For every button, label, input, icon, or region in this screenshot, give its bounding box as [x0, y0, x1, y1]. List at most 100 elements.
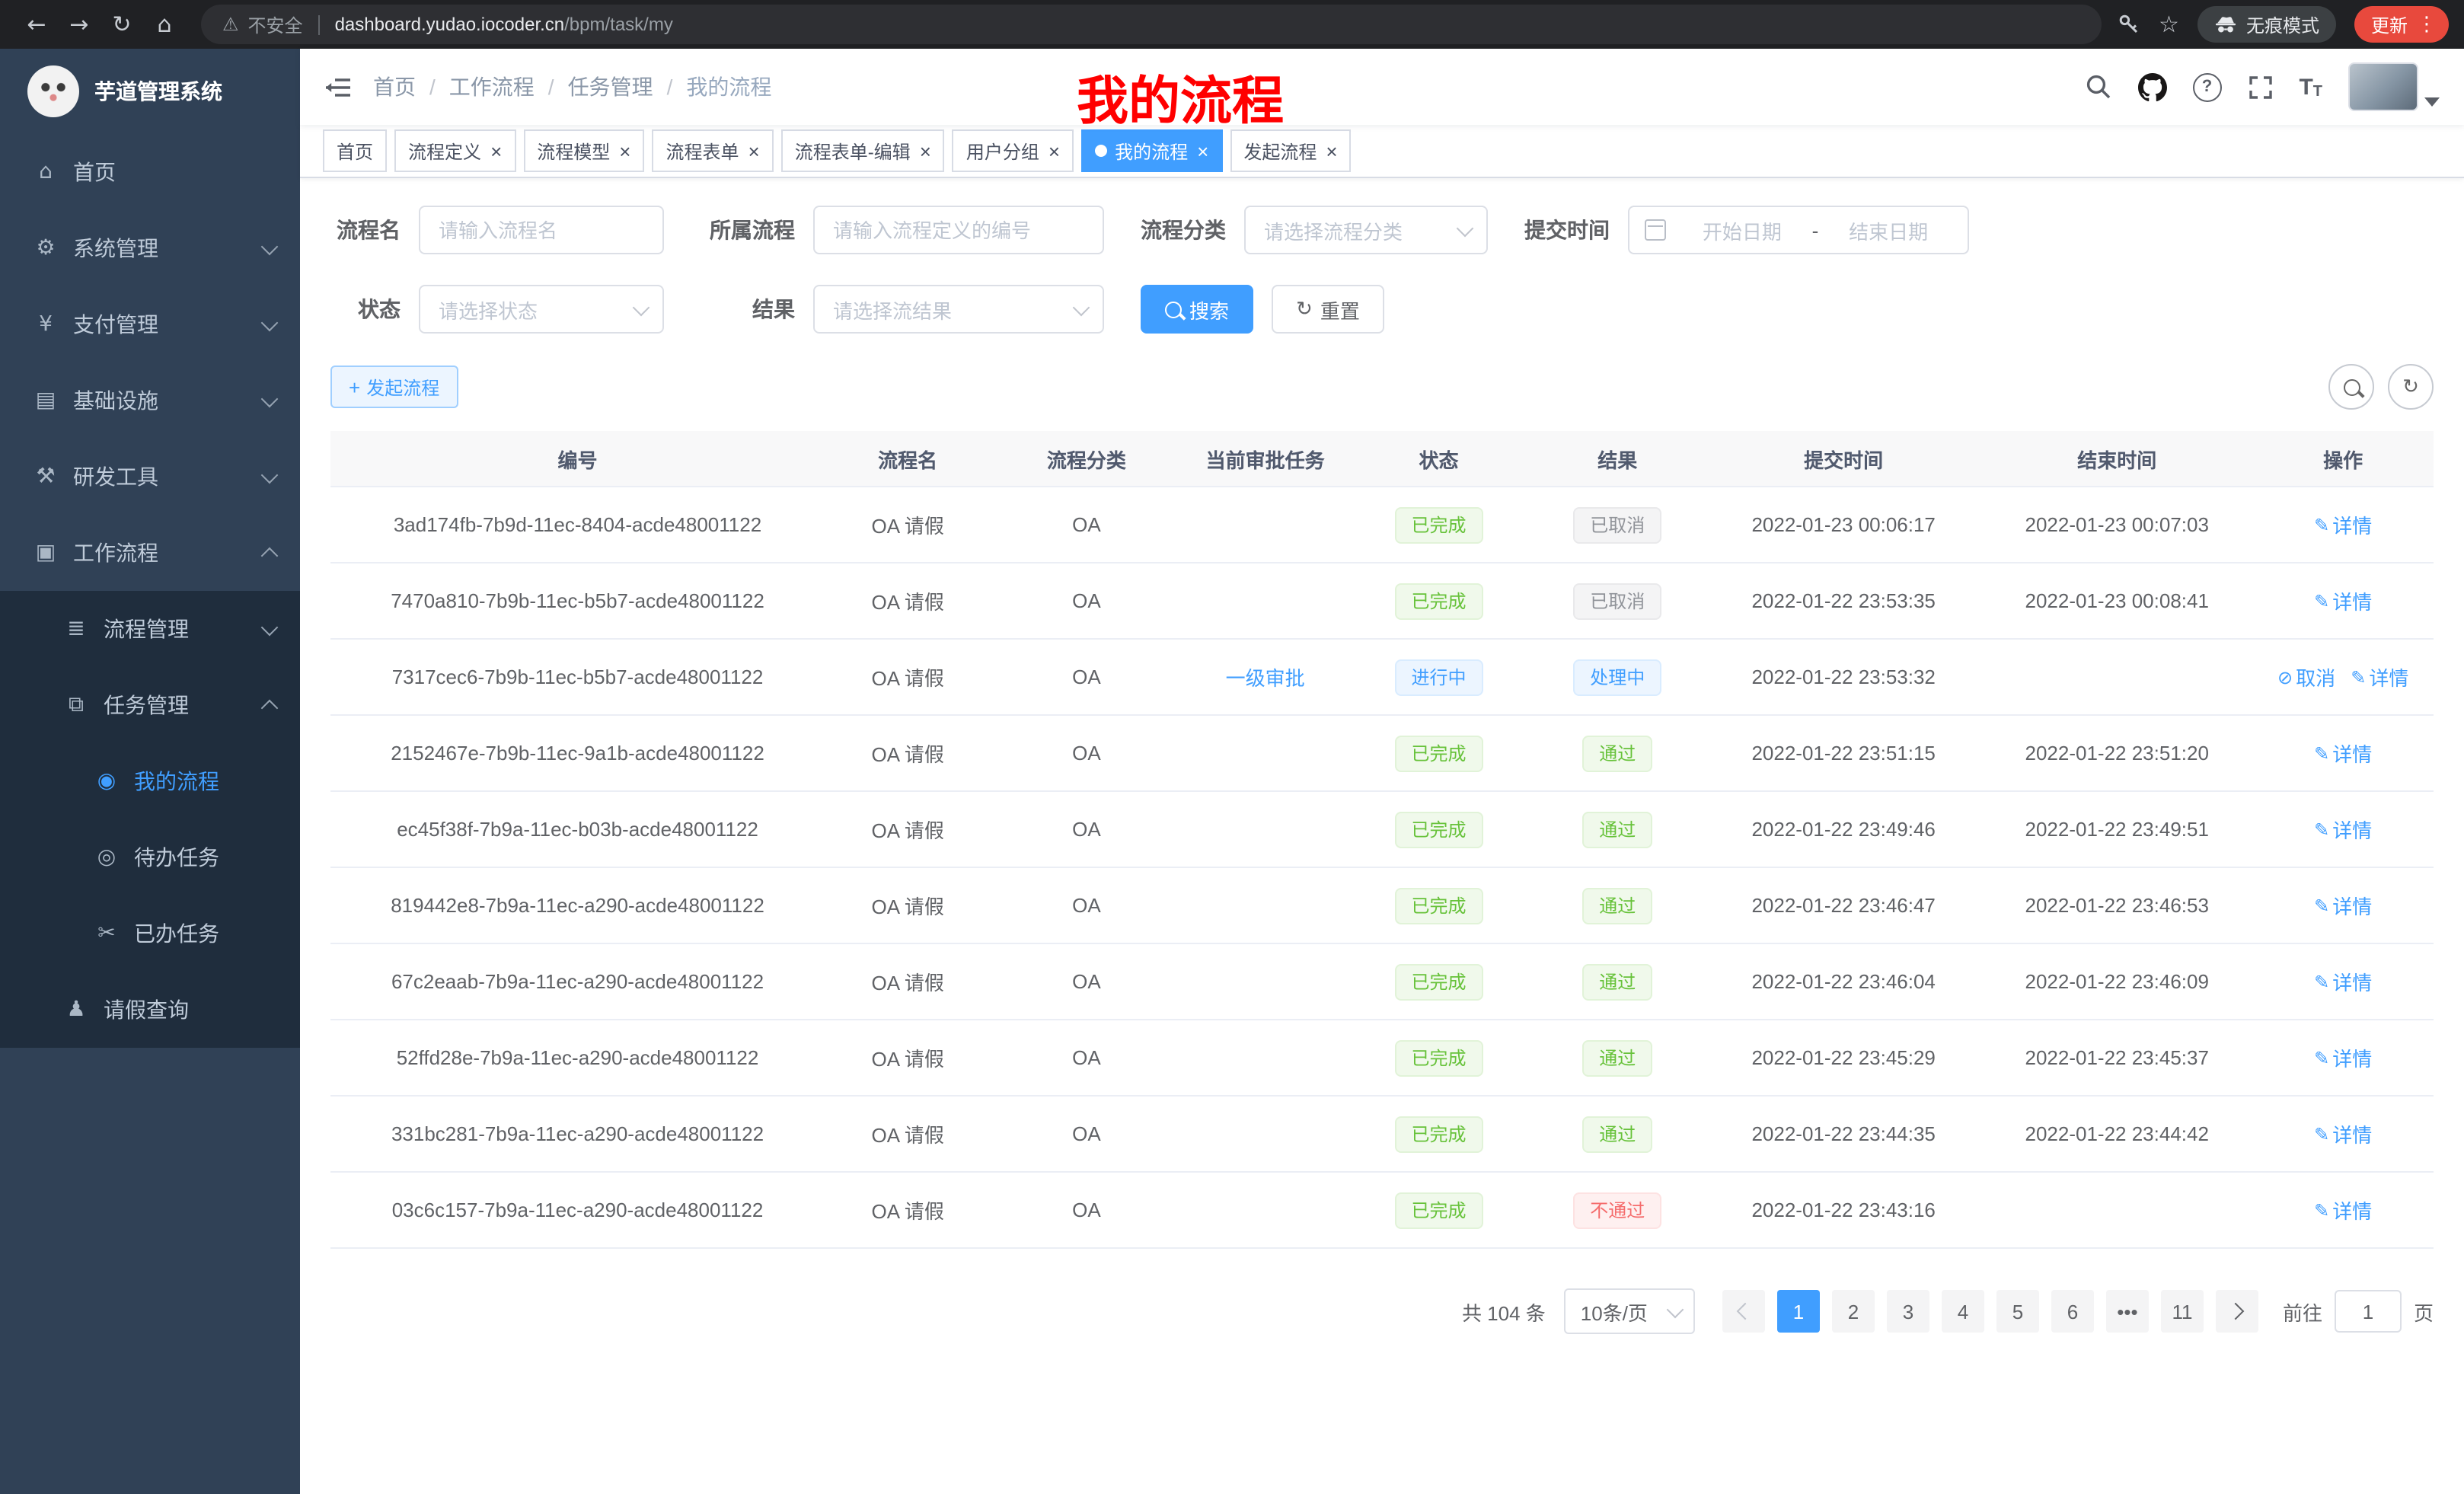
sidebar-item-leave-query[interactable]: ♟请假查询	[0, 972, 300, 1048]
logo-row: 芋道管理系统	[0, 49, 300, 134]
pagination-page-4[interactable]: 4	[1942, 1290, 1984, 1333]
help-icon[interactable]: ?	[2192, 72, 2221, 101]
avatar[interactable]	[2348, 62, 2418, 111]
tab-close-icon[interactable]: ×	[1048, 141, 1060, 161]
more-menu-icon[interactable]: ⋮	[2414, 14, 2440, 34]
action-detail-link[interactable]: ✎详情	[2314, 1119, 2372, 1148]
browser-home-button[interactable]: ⌂	[143, 5, 186, 44]
breadcrumb-item[interactable]: 工作流程	[449, 72, 535, 102]
sidebar-item-done-tasks[interactable]: ✂已办任务	[0, 895, 300, 972]
tab-label: 用户分组	[966, 138, 1039, 164]
action-detail-link[interactable]: ✎详情	[2314, 967, 2372, 996]
tab-close-icon[interactable]: ×	[920, 141, 931, 161]
sidebar-item-label: 待办任务	[134, 842, 276, 873]
tab-start-process[interactable]: 发起流程×	[1230, 129, 1351, 172]
cell-actions: ✎详情	[2252, 563, 2434, 639]
user-menu[interactable]	[2348, 62, 2440, 111]
action-detail-link[interactable]: ✎详情	[2351, 662, 2408, 691]
result-select[interactable]: 请选择流结果	[813, 285, 1104, 334]
action-detail-link[interactable]: ✎详情	[2314, 815, 2372, 844]
tab-close-icon[interactable]: ×	[1197, 141, 1208, 161]
process-name-input[interactable]	[419, 206, 664, 254]
tab-home[interactable]: 首页	[323, 129, 387, 172]
reset-button[interactable]: ↻ 重置	[1272, 285, 1384, 334]
tab-my-process[interactable]: 我的流程×	[1081, 129, 1222, 172]
submit-time-range-picker[interactable]: 开始日期 - 结束日期	[1628, 206, 1969, 254]
parent-process-input[interactable]	[813, 206, 1104, 254]
browser-forward-button[interactable]: →	[58, 5, 101, 44]
tab-close-icon[interactable]: ×	[1326, 141, 1337, 161]
active-tab-dot	[1095, 145, 1107, 157]
refresh-table-button[interactable]: ↻	[2388, 364, 2434, 410]
goto-page-input[interactable]	[2335, 1290, 2402, 1333]
todo-icon: ◎	[91, 845, 122, 870]
pagination-page-2[interactable]: 2	[1832, 1290, 1875, 1333]
tab-process-model[interactable]: 流程模型×	[523, 129, 644, 172]
sidebar-item-todo-tasks[interactable]: ◎ 待办任务	[0, 819, 300, 895]
action-detail-link[interactable]: ✎详情	[2314, 1196, 2372, 1224]
action-detail-link[interactable]: ✎详情	[2314, 510, 2372, 539]
pagination-ellipsis[interactable]: •••	[2106, 1290, 2149, 1333]
sidebar-collapse-icon[interactable]	[324, 75, 352, 98]
sidebar-item-payment-manage[interactable]: ¥支付管理	[0, 286, 300, 362]
sidebar-item-dev-tools[interactable]: ⚒研发工具	[0, 439, 300, 515]
toggle-search-button[interactable]	[2328, 364, 2374, 410]
breadcrumb: 首页/工作流程/任务管理/我的流程	[373, 72, 771, 102]
page-size-select[interactable]: 10条/页	[1564, 1288, 1695, 1334]
chevron-down-icon	[633, 298, 650, 316]
fullscreen-icon[interactable]	[2247, 74, 2273, 100]
action-detail-link[interactable]: ✎详情	[2314, 739, 2372, 768]
action-detail-link[interactable]: ✎详情	[2314, 586, 2372, 615]
font-size-icon[interactable]: TT	[2299, 74, 2322, 100]
cell-process-id: 67c2eaab-7b9a-11ec-a290-acde48001122	[330, 943, 825, 1020]
action-label: 详情	[2369, 662, 2408, 691]
tab-close-icon[interactable]: ×	[490, 141, 502, 161]
goto-unit: 页	[2414, 1297, 2434, 1326]
incognito-icon	[2214, 14, 2237, 35]
chevron-down-icon	[2424, 97, 2440, 107]
pagination-page-6[interactable]: 6	[2051, 1290, 2094, 1333]
browser-update-button[interactable]: 更新 ⋮	[2354, 6, 2449, 43]
pagination-page-5[interactable]: 5	[1996, 1290, 2039, 1333]
github-icon[interactable]	[2137, 72, 2166, 101]
search-button[interactable]: 搜索	[1141, 285, 1253, 334]
start-process-button[interactable]: + 发起流程	[330, 366, 458, 408]
tab-process-form[interactable]: 流程表单×	[652, 129, 773, 172]
cell-status: 已完成	[1348, 867, 1530, 943]
tab-close-icon[interactable]: ×	[748, 141, 760, 161]
pagination-page-3[interactable]: 3	[1887, 1290, 1929, 1333]
bookmark-star-icon[interactable]: ☆	[2159, 11, 2179, 38]
current-task-link[interactable]: 一级审批	[1226, 662, 1305, 691]
filter-row-2: 状态 请选择状态 结果 请选择流结果	[330, 285, 2434, 334]
category-select[interactable]: 请选择流程分类	[1244, 206, 1488, 254]
tab-process-form-edit[interactable]: 流程表单-编辑×	[781, 129, 945, 172]
sidebar-item-my-process[interactable]: ◉我的流程	[0, 743, 300, 819]
cell-category: OA	[991, 639, 1182, 715]
tab-close-icon[interactable]: ×	[619, 141, 630, 161]
pagination-prev-button[interactable]	[1722, 1290, 1765, 1333]
sidebar-item-task-manage[interactable]: ⧉任务管理	[0, 667, 300, 743]
address-bar[interactable]: ⚠ 不安全 dashboard.yudao.iocoder.cn/bpm/tas…	[201, 5, 2101, 44]
sidebar-item-infrastructure[interactable]: ▤基础设施	[0, 362, 300, 439]
breadcrumb-item[interactable]: 任务管理	[568, 72, 653, 102]
category-placeholder: 请选择流程分类	[1264, 215, 1459, 244]
tab-process-definition[interactable]: 流程定义×	[394, 129, 515, 172]
sidebar-item-home[interactable]: ⌂首页	[0, 134, 300, 210]
pagination-page-11[interactable]: 11	[2161, 1290, 2204, 1333]
key-icon[interactable]	[2116, 12, 2140, 37]
browser-back-button[interactable]: ←	[15, 5, 58, 44]
pagination-page-1[interactable]: 1	[1777, 1290, 1820, 1333]
browser-reload-button[interactable]: ↻	[101, 5, 143, 44]
pagination-next-button[interactable]	[2216, 1290, 2258, 1333]
status-select[interactable]: 请选择状态	[419, 285, 664, 334]
breadcrumb-item[interactable]: 首页	[373, 72, 416, 102]
reset-button-label: 重置	[1320, 295, 1360, 324]
tab-user-group[interactable]: 用户分组 ×	[953, 129, 1074, 172]
search-icon[interactable]	[2084, 73, 2111, 101]
sidebar-item-system-manage[interactable]: ⚙系统管理	[0, 210, 300, 286]
sidebar-item-workflow[interactable]: ▣工作流程	[0, 515, 300, 591]
sidebar-item-process-manage[interactable]: ≣流程管理	[0, 591, 300, 667]
action-cancel-link[interactable]: ⊘取消	[2277, 662, 2335, 691]
action-detail-link[interactable]: ✎详情	[2314, 1043, 2372, 1072]
action-detail-link[interactable]: ✎详情	[2314, 891, 2372, 920]
